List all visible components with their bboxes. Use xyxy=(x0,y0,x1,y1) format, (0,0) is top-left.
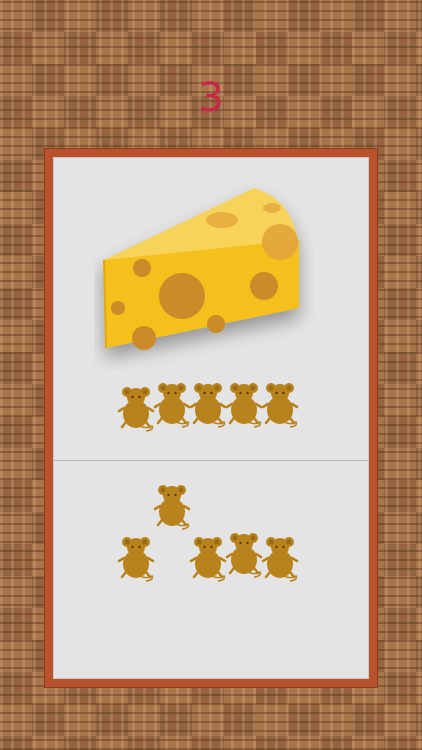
mouse-icon-top-row[interactable] xyxy=(224,380,264,428)
mouse-icon-top-row[interactable] xyxy=(260,380,300,428)
cheese-icon[interactable] xyxy=(94,180,314,370)
mouse-icon-bottom[interactable] xyxy=(152,482,192,530)
level-counter: 3 xyxy=(198,75,224,121)
board-divider xyxy=(54,460,368,461)
mouse-icon-top-row[interactable] xyxy=(116,384,156,432)
board-surface xyxy=(53,157,369,679)
mouse-icon-bottom[interactable] xyxy=(116,534,156,582)
mouse-icon-top-row[interactable] xyxy=(152,380,192,428)
game-board xyxy=(44,148,378,688)
mouse-icon-bottom[interactable] xyxy=(224,530,264,578)
mouse-icon-bottom[interactable] xyxy=(188,534,228,582)
mouse-icon-bottom[interactable] xyxy=(260,534,300,582)
mouse-icon-top-row[interactable] xyxy=(188,380,228,428)
